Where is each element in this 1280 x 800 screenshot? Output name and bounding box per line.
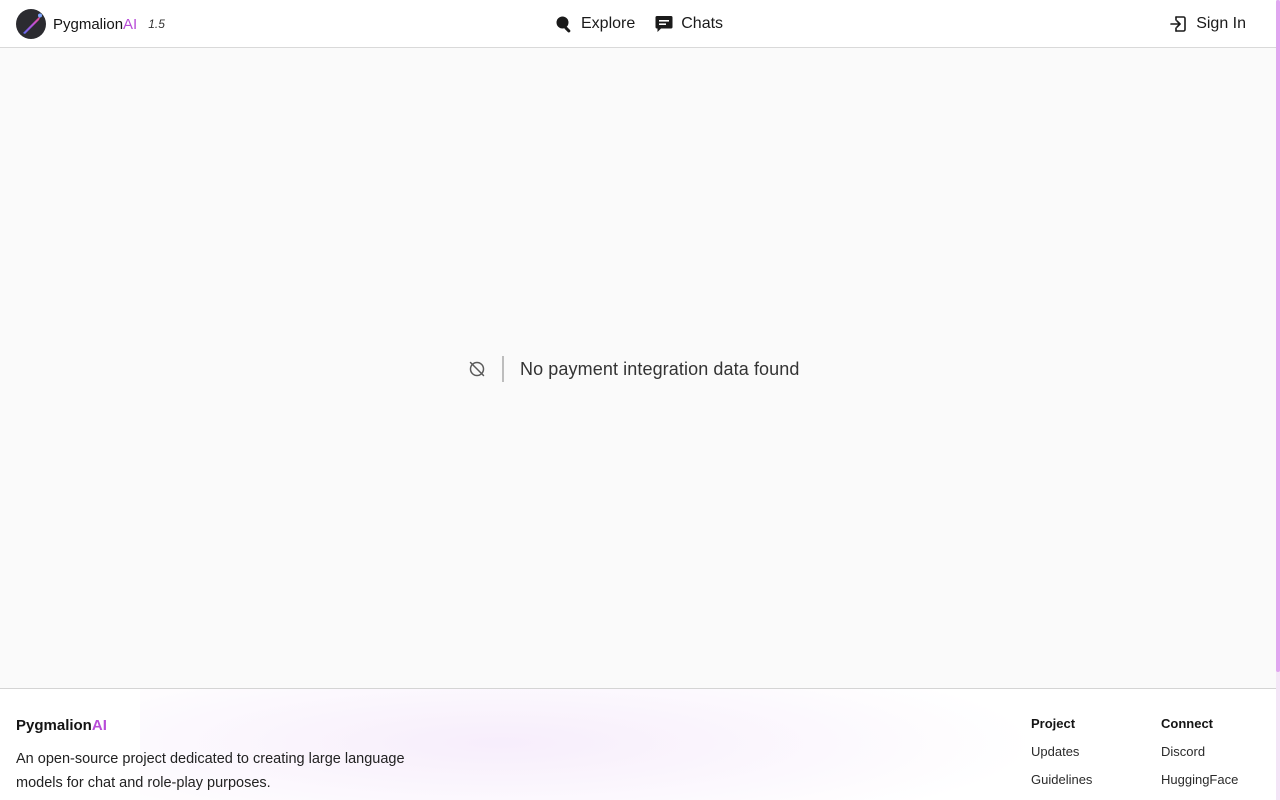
footer-brand: PygmalionAI: [16, 717, 107, 734]
footer-link-guidelines[interactable]: Guidelines: [1031, 771, 1092, 788]
footer: PygmalionAI An open-source project dedic…: [0, 688, 1276, 800]
page-scrollbar[interactable]: [1276, 0, 1280, 800]
page: PygmalionAI 1.5 Explore Chats Sign In No…: [0, 0, 1280, 800]
main-content: No payment integration data found: [0, 49, 1276, 688]
nav-chats-label: Chats: [681, 15, 724, 32]
empty-state-divider: [502, 356, 504, 382]
chat-icon: [655, 15, 673, 33]
sign-in-label: Sign In: [1196, 15, 1246, 32]
nav-chats-link[interactable]: Chats: [655, 12, 723, 36]
scrollbar-thumb[interactable]: [1276, 0, 1280, 672]
footer-link-discord[interactable]: Discord: [1161, 743, 1238, 760]
version-label: 1.5: [148, 17, 165, 31]
login-icon: [1169, 15, 1187, 33]
footer-column-connect: Connect Discord HuggingFace: [1161, 716, 1238, 799]
nav-explore-link[interactable]: Explore: [555, 12, 635, 36]
nav-explore-label: Explore: [581, 15, 636, 32]
brand-logo-link[interactable]: PygmalionAI 1.5: [16, 9, 165, 39]
main-nav: Explore Chats: [555, 12, 743, 36]
brand-name: PygmalionAI: [53, 15, 138, 33]
empty-state-message: No payment integration data found: [520, 358, 800, 379]
footer-description: An open-source project dedicated to crea…: [16, 751, 405, 791]
footer-column-title: Project: [1031, 716, 1076, 731]
top-navbar: PygmalionAI 1.5 Explore Chats Sign In: [0, 0, 1276, 48]
footer-column-project: Project Updates Guidelines: [1031, 716, 1092, 799]
footer-link-huggingface[interactable]: HuggingFace: [1161, 771, 1238, 788]
footer-link-updates[interactable]: Updates: [1031, 743, 1092, 760]
pygmalion-logo-icon: [16, 9, 46, 39]
no-data-icon: [468, 360, 488, 378]
footer-column-title: Connect: [1161, 716, 1213, 731]
empty-state: No payment integration data found: [468, 355, 800, 383]
search-icon: [555, 15, 573, 33]
sign-in-button[interactable]: Sign In: [1169, 12, 1246, 36]
